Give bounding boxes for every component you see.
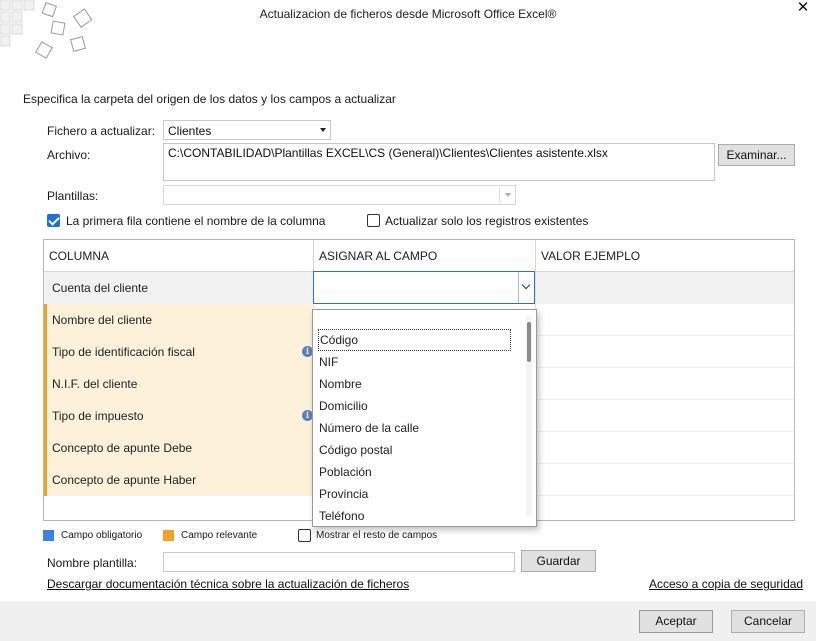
first-row-label: La primera fila contiene el nombre de la… [66,214,326,228]
dropdown-scroll-thumb[interactable] [527,322,531,362]
row-example-cell [535,400,794,432]
chevron-down-icon[interactable] [518,272,534,303]
instructions-text: Especifica la carpeta del origen de los … [23,92,396,106]
dropdown-option-numero-calle[interactable]: Número de la calle [318,417,511,439]
row-example-cell [535,272,794,304]
row-example-cell [535,336,794,368]
grid-header: COLUMNA ASIGNAR AL CAMPO VALOR EJEMPLO [44,240,794,272]
backup-link[interactable]: Acceso a copia de seguridad [649,577,803,591]
chevron-down-icon [505,193,511,197]
plantillas-select[interactable] [163,185,516,205]
dropdown-option-codigo[interactable]: Código [318,329,511,351]
fichero-select-value: Clientes [168,124,212,138]
update-only-checkbox[interactable] [367,214,380,227]
row-column-name: Concepto de apunte Haber [44,464,313,496]
row-column-name: N.I.F. del cliente [44,368,313,400]
docs-link[interactable]: Descargar documentación técnica sobre la… [47,577,409,591]
dropdown-option-nombre[interactable]: Nombre [318,373,511,395]
row-example-cell [535,368,794,400]
update-only-label: Actualizar solo los registros existentes [385,214,589,228]
dropdown-option-telefono[interactable]: Teléfono [318,505,511,527]
window-title: Actualizacion de ficheros desde Microsof… [259,7,557,21]
cancel-button[interactable]: Cancelar [731,610,805,633]
mandatory-color-square [43,530,54,541]
dropdown-option-domicilio[interactable]: Domicilio [318,395,511,417]
chevron-down-icon [320,128,326,132]
close-icon[interactable]: ✕ [796,0,810,15]
dropdown-option-poblacion[interactable]: Población [318,461,511,483]
dropdown-option-provincia[interactable]: Provincia [318,483,511,505]
accept-button[interactable]: Aceptar [639,610,713,633]
template-name-label: Nombre plantilla: [47,556,138,570]
dropdown-option-codigo-postal[interactable]: Código postal [318,439,511,461]
fichero-label: Fichero a actualizar: [47,124,156,138]
relevant-label: Campo relevante [181,530,258,541]
header-asignar[interactable]: ASIGNAR AL CAMPO [314,240,536,272]
show-rest-checkbox[interactable] [298,529,311,542]
row-column-name: Tipo de identificación fiscal [44,336,313,368]
plantillas-label: Plantillas: [47,189,99,203]
header-columna[interactable]: COLUMNA [44,240,314,272]
header-valor[interactable]: VALOR EJEMPLO [536,240,794,272]
assign-field-dropdown: Código NIF Nombre Domicilio Número de la… [312,309,537,527]
relevant-color-square [163,530,174,541]
mandatory-label: Campo obligatorio [61,530,143,541]
row-example-cell [535,464,794,496]
row-column-name: Cuenta del cliente [44,272,313,304]
fichero-select[interactable]: Clientes [163,120,331,140]
row-column-name: Tipo de impuesto [44,400,313,432]
save-button[interactable]: Guardar [521,550,596,572]
row-example-cell [535,432,794,464]
assign-field-combo[interactable] [313,271,535,304]
show-rest-label: Mostrar el resto de campos [316,530,438,541]
dropdown-option-nif[interactable]: NIF [318,351,511,373]
archivo-field[interactable]: C:\CONTABILIDAD\Plantillas EXCEL\CS (Gen… [163,143,715,181]
row-column-name: Concepto de apunte Debe [44,432,313,464]
first-row-checkbox[interactable] [47,214,60,227]
examinar-button[interactable]: Examinar... [718,144,795,166]
template-name-input[interactable] [163,552,515,572]
archivo-value: C:\CONTABILIDAD\Plantillas EXCEL\CS (Gen… [168,146,608,160]
row-column-name: Nombre del cliente [44,304,313,336]
plantillas-divider [499,187,500,203]
archivo-label: Archivo: [47,148,91,162]
row-example-cell [535,304,794,336]
